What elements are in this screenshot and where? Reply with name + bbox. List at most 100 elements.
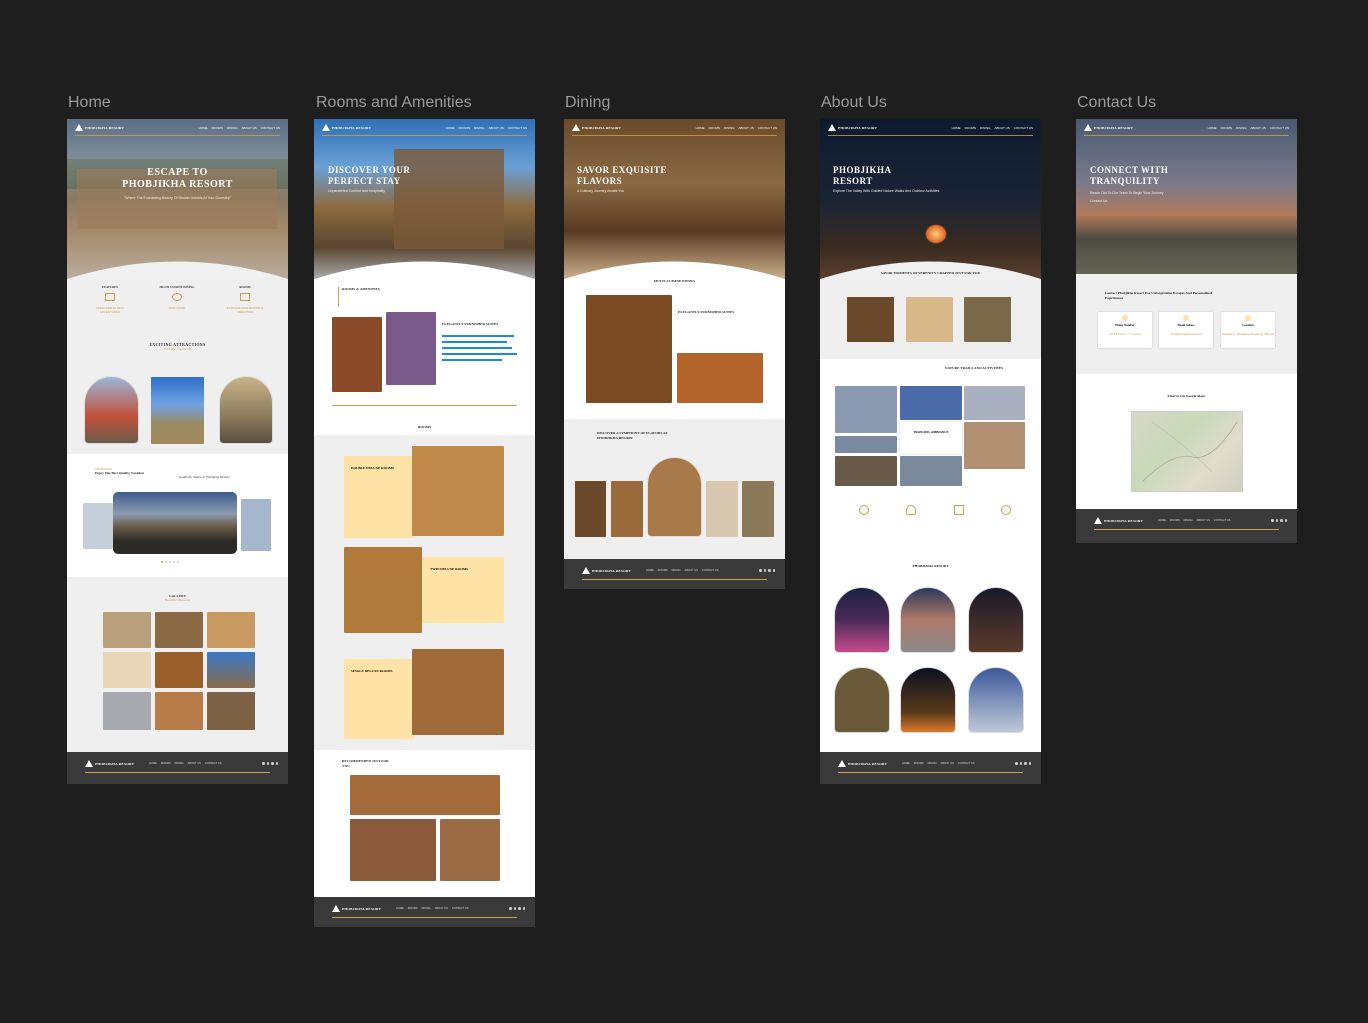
footer-nav-home[interactable]: HOME: [149, 762, 157, 765]
footer-nav-dining[interactable]: DINING: [928, 762, 937, 765]
room-photo[interactable]: [412, 649, 504, 735]
nav-home[interactable]: HOME: [952, 126, 961, 130]
room-photo[interactable]: [344, 547, 422, 633]
footer-nav-dining[interactable]: DINING: [175, 762, 184, 765]
twitter-icon[interactable]: [1280, 519, 1283, 522]
facebook-icon[interactable]: [1271, 519, 1274, 522]
nav-rooms[interactable]: ROOMS: [459, 126, 470, 130]
feature-item[interactable]: MULTI CUISINE DINING FIND MORE: [157, 285, 197, 310]
frame-title-contact[interactable]: Contact Us: [1077, 94, 1156, 112]
footer-nav-rooms[interactable]: ROOMS: [1170, 519, 1180, 522]
food-photo[interactable]: [611, 481, 643, 537]
food-photo[interactable]: [706, 481, 738, 537]
twitter-icon[interactable]: [271, 762, 274, 765]
nature-photo[interactable]: [900, 386, 962, 420]
footer-nav-about[interactable]: ABOUT US: [188, 762, 201, 765]
footer-nav-dining[interactable]: DINING: [672, 569, 681, 572]
hero-contact-link[interactable]: Contact Us: [1090, 199, 1107, 203]
nav-home[interactable]: HOME: [199, 126, 208, 130]
brand-logo[interactable]: PHOBJIKHA RESORT: [75, 124, 124, 131]
brand-logo[interactable]: PHOBJIKHA RESORT: [828, 124, 877, 131]
youtube-icon[interactable]: [522, 907, 525, 910]
gallery-photo[interactable]: [103, 692, 151, 730]
nav-contact[interactable]: CONTACT US: [1270, 126, 1289, 130]
twitter-icon[interactable]: [1024, 762, 1027, 765]
footer-nav-about[interactable]: ABOUT US: [941, 762, 954, 765]
footer-nav-contact[interactable]: CONTACT US: [702, 569, 719, 572]
footer-nav-rooms[interactable]: ROOMS: [408, 907, 418, 910]
nature-photo[interactable]: [900, 456, 962, 486]
footer-nav-home[interactable]: HOME: [396, 907, 404, 910]
facebook-icon[interactable]: [759, 569, 762, 572]
food-photo[interactable]: [742, 481, 774, 537]
resort-photo[interactable]: [834, 667, 890, 733]
facebook-icon[interactable]: [509, 907, 512, 910]
serenity-photo[interactable]: [847, 297, 894, 342]
footer-nav-rooms[interactable]: ROOMS: [658, 569, 668, 572]
nav-about[interactable]: ABOUT US: [241, 126, 256, 130]
twitter-icon[interactable]: [768, 569, 771, 572]
rooms-frame[interactable]: DISCOVER YOUR PERFECT STAY Unparalleled …: [314, 119, 535, 927]
footer-nav-contact[interactable]: CONTACT US: [1214, 519, 1231, 522]
nav-rooms[interactable]: ROOMS: [709, 126, 720, 130]
facebook-icon[interactable]: [262, 762, 265, 765]
instagram-icon[interactable]: [513, 907, 516, 910]
nav-contact[interactable]: CONTACT US: [1014, 126, 1033, 130]
nav-about[interactable]: ABOUT US: [1250, 126, 1265, 130]
resort-photo[interactable]: [834, 587, 890, 653]
nature-photo[interactable]: [835, 386, 897, 433]
carousel-photo[interactable]: [241, 499, 271, 551]
nav-dining[interactable]: DINING: [227, 126, 238, 130]
gallery-photo[interactable]: [207, 652, 255, 688]
contact-frame[interactable]: CONNECT WITH TRANQUILITY Reach Out To Ou…: [1076, 119, 1297, 543]
footer-logo[interactable]: PHOBJIKHA RESORT: [332, 905, 381, 912]
instagram-icon[interactable]: [763, 569, 766, 572]
nav-rooms[interactable]: ROOMS: [965, 126, 976, 130]
footer-nav-contact[interactable]: CONTACT US: [205, 762, 222, 765]
resort-photo[interactable]: [968, 587, 1024, 653]
nav-home[interactable]: HOME: [696, 126, 705, 130]
resort-photo[interactable]: [968, 667, 1024, 733]
nature-photo[interactable]: [964, 422, 1025, 469]
gallery-photo[interactable]: [103, 612, 151, 648]
nav-rooms[interactable]: ROOMS: [212, 126, 223, 130]
footer-nav-contact[interactable]: CONTACT US: [452, 907, 469, 910]
attraction-photo[interactable]: [219, 376, 273, 444]
nature-photo[interactable]: [835, 456, 897, 486]
nav-contact[interactable]: CONTACT US: [261, 126, 280, 130]
footer-nav-dining[interactable]: DINING: [422, 907, 431, 910]
recommend-photo[interactable]: [440, 819, 500, 881]
attraction-photo[interactable]: [151, 377, 204, 444]
nav-home[interactable]: HOME: [446, 126, 455, 130]
serenity-photo[interactable]: [906, 297, 953, 342]
dining-photo[interactable]: [586, 295, 672, 403]
gallery-photo[interactable]: [155, 652, 203, 688]
brand-logo[interactable]: PHOBJIKHA RESORT: [1084, 124, 1133, 131]
gallery-photo[interactable]: [207, 692, 255, 730]
frame-title-home[interactable]: Home: [68, 94, 111, 112]
footer-logo[interactable]: PHOBJIKHA RESORT: [582, 567, 631, 574]
nature-photo[interactable]: [835, 436, 897, 453]
footer-nav-about[interactable]: ABOUT US: [1197, 519, 1210, 522]
frame-title-rooms[interactable]: Rooms and Amenities: [316, 94, 472, 112]
recommend-photo[interactable]: [350, 819, 436, 881]
footer-nav-rooms[interactable]: ROOMS: [161, 762, 171, 765]
food-photo[interactable]: [575, 481, 606, 537]
youtube-icon[interactable]: [1284, 519, 1287, 522]
feature-item[interactable]: FEATURES DISCOVER IN NEW ADVENTURES: [95, 285, 125, 314]
gallery-photo[interactable]: [103, 652, 151, 688]
youtube-icon[interactable]: [275, 762, 278, 765]
contact-card-email[interactable]: Email Adress info@phobjikharesort.bt: [1159, 312, 1213, 348]
footer-nav-rooms[interactable]: ROOMS: [914, 762, 924, 765]
gallery-photo[interactable]: [207, 612, 255, 648]
nature-photo[interactable]: [964, 386, 1025, 420]
carousel-main-photo[interactable]: [113, 492, 237, 554]
google-map[interactable]: [1131, 411, 1243, 492]
about-frame[interactable]: PHOBJIKHA RESORT Explore The Valley With…: [820, 119, 1041, 784]
amenity-photo[interactable]: [332, 317, 382, 392]
nav-about[interactable]: ABOUT US: [994, 126, 1009, 130]
youtube-icon[interactable]: [772, 569, 775, 572]
footer-nav-home[interactable]: HOME: [902, 762, 910, 765]
serenity-photo[interactable]: [964, 297, 1011, 342]
nav-contact[interactable]: CONTACT US: [508, 126, 527, 130]
